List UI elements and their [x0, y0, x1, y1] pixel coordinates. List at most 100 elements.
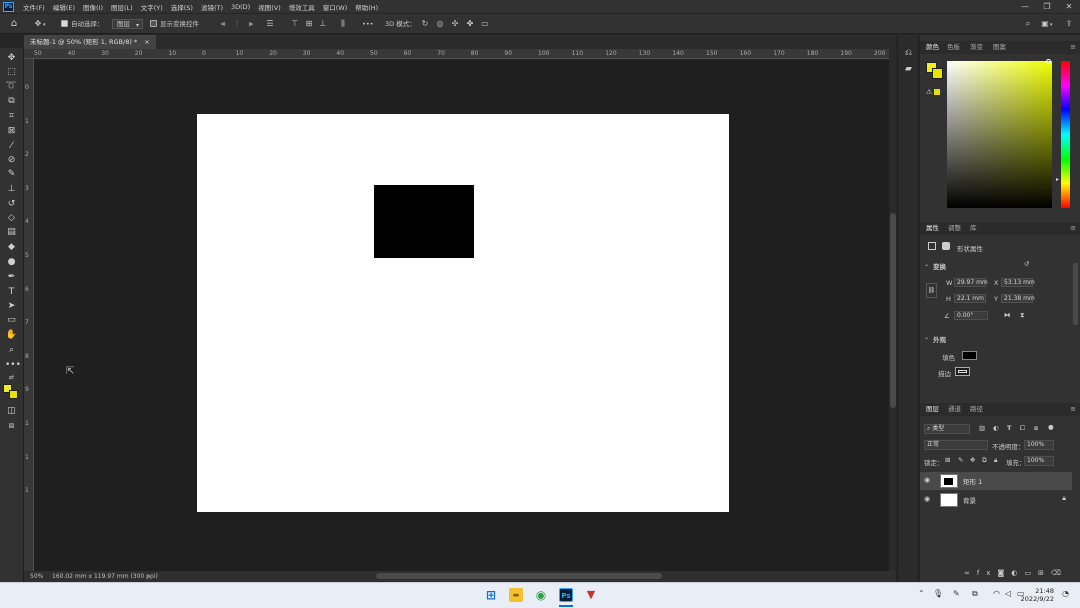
3d-roll-icon[interactable]: ◎: [435, 18, 445, 30]
height-field[interactable]: 22.1 mm: [954, 294, 986, 303]
tab-swatches[interactable]: 色板: [947, 41, 960, 54]
pen-tool-icon[interactable]: ✒: [5, 271, 18, 283]
adjustment-layer-icon[interactable]: ◐: [1011, 569, 1024, 577]
home-icon[interactable]: ⌂: [9, 18, 19, 30]
auto-select-checkbox[interactable]: 自动选择：: [61, 18, 104, 30]
type-tool-icon[interactable]: T: [5, 286, 18, 298]
distribute-icon[interactable]: ☰: [265, 18, 275, 30]
eyedropper-tool-icon[interactable]: ⁄: [5, 140, 18, 152]
layer-filter-dropdown[interactable]: ⌕ 类型: [924, 424, 970, 434]
vertical-scrollbar[interactable]: [889, 49, 897, 571]
filter-toggle-icon[interactable]: ●: [1048, 423, 1054, 431]
blend-mode-dropdown[interactable]: 正常: [924, 440, 988, 450]
align-bottom-icon[interactable]: ⊥: [318, 18, 328, 30]
tab-layers[interactable]: 图层: [926, 403, 939, 416]
gamut-warning-icon[interactable]: ⚠: [926, 88, 932, 96]
history-brush-icon[interactable]: ↺: [5, 198, 18, 210]
appearance-expand-icon[interactable]: ⌄: [924, 334, 929, 341]
layers-panel-menu-icon[interactable]: ≡: [1070, 403, 1076, 416]
transform-section-title[interactable]: 变换: [933, 261, 946, 271]
browser-icon[interactable]: ◉: [534, 588, 548, 602]
filter-type-icon[interactable]: T: [1007, 424, 1011, 432]
color-saturation-field[interactable]: [947, 61, 1052, 208]
menu-3d[interactable]: 3D(D): [227, 3, 254, 11]
tab-libraries[interactable]: 库: [970, 222, 977, 235]
opacity-field[interactable]: 100%: [1024, 440, 1054, 450]
swap-colors-icon[interactable]: ⇄: [5, 372, 18, 384]
app-icon[interactable]: ▼: [584, 588, 598, 602]
align-center-icon[interactable]: ⫶: [232, 18, 242, 30]
width-field[interactable]: 29.97 mm: [954, 278, 988, 287]
delete-layer-icon[interactable]: ⌫: [1051, 569, 1068, 577]
tab-adjustments[interactable]: 调整: [948, 222, 961, 235]
align-top-icon[interactable]: ⊤: [290, 18, 300, 30]
menu-window[interactable]: 窗口(W): [319, 2, 352, 12]
distribute-vertical-icon[interactable]: ⫼: [338, 18, 348, 30]
tab-properties[interactable]: 属性: [926, 222, 939, 235]
lock-artboard-icon[interactable]: ⧉: [982, 456, 987, 465]
menu-edit[interactable]: 编辑(E): [49, 2, 79, 12]
align-middle-icon[interactable]: ⊞: [304, 18, 314, 30]
restore-button[interactable]: ❐: [1036, 0, 1058, 13]
lock-transparency-icon[interactable]: ⊠: [945, 456, 950, 464]
close-button[interactable]: ✕: [1058, 0, 1080, 13]
move-tool-preset-icon[interactable]: ✥ ▾: [33, 18, 46, 30]
object-select-tool-icon[interactable]: ⧉: [5, 95, 18, 107]
search-icon[interactable]: ⌕: [1023, 18, 1033, 30]
menu-help[interactable]: 帮助(H): [351, 2, 382, 12]
zoom-tool-icon[interactable]: ⌕: [5, 344, 18, 356]
menu-layer[interactable]: 图层(L): [107, 2, 137, 12]
angle-field[interactable]: 0.00°: [954, 311, 988, 320]
tab-close-icon[interactable]: ×: [144, 38, 149, 46]
align-right-icon[interactable]: ⫸: [246, 18, 256, 30]
dodge-tool-icon[interactable]: ●: [5, 256, 18, 268]
menu-file[interactable]: 文件(F): [19, 2, 49, 12]
tab-paths[interactable]: 路径: [970, 403, 983, 416]
vertical-scroll-thumb[interactable]: [890, 213, 896, 408]
lock-pixels-icon[interactable]: ✎: [958, 456, 963, 464]
properties-panel-menu-icon[interactable]: ≡: [1070, 222, 1076, 235]
history-panel-icon[interactable]: ⎌: [902, 47, 915, 59]
windows-start-icon[interactable]: ⊞: [484, 588, 498, 602]
hue-slider-handle[interactable]: ▸: [1056, 176, 1059, 183]
properties-scroll-thumb[interactable]: [1073, 263, 1078, 325]
microphone-icon[interactable]: 🎙︎: [933, 589, 943, 598]
align-left-icon[interactable]: ⫷: [218, 18, 228, 30]
3d-slide-icon[interactable]: ✤: [465, 18, 475, 30]
black-rectangle-shape[interactable]: [374, 185, 474, 258]
frame-tool-icon[interactable]: ⊠: [5, 125, 18, 137]
fill-field[interactable]: 100%: [1024, 456, 1054, 466]
auto-select-target-dropdown[interactable]: 图层: [112, 19, 143, 29]
zoom-level[interactable]: 50%: [30, 571, 43, 582]
system-clock[interactable]: 21:48 2022/9/22: [1021, 587, 1054, 603]
color-picker-marker[interactable]: [1046, 59, 1051, 64]
layer-name[interactable]: 背景: [963, 495, 976, 505]
3d-pan-icon[interactable]: ✣: [450, 18, 460, 30]
workspace-icon[interactable]: ▣▾: [1040, 18, 1052, 30]
rectangle-tool-icon[interactable]: ▭: [5, 314, 18, 326]
eraser-tool-icon[interactable]: ◇: [5, 212, 18, 224]
document-tab[interactable]: 未标题-1 @ 50% (矩形 1, RGB/8) * ×: [24, 35, 156, 49]
path-select-icon[interactable]: ➤: [5, 300, 18, 312]
screen-mode-icon[interactable]: ⧈: [5, 420, 18, 432]
lock-all-icon[interactable]: 🔒︎: [994, 456, 997, 465]
move-tool-icon[interactable]: ✥: [5, 52, 18, 64]
gamut-color-chip[interactable]: [934, 89, 940, 95]
filter-shape-icon[interactable]: ⧠: [1020, 424, 1025, 433]
hand-tool-icon[interactable]: ✋: [5, 329, 18, 341]
x-field[interactable]: 53.13 mm: [1001, 278, 1035, 287]
link-layers-icon[interactable]: ∞: [964, 569, 977, 577]
menu-filter[interactable]: 滤镜(T): [197, 2, 227, 12]
layer-row-background[interactable]: ◉ 背景 🔒︎: [920, 491, 1072, 509]
link-dimensions-icon[interactable]: ⛓: [926, 283, 937, 298]
flip-horizontal-icon[interactable]: ⧓: [1004, 311, 1011, 319]
quick-mask-icon[interactable]: ◫: [5, 405, 18, 417]
tab-channels[interactable]: 通道: [948, 403, 961, 416]
brush-tool-icon[interactable]: ✎: [5, 168, 18, 180]
fx-icon[interactable]: fx: [977, 569, 998, 577]
pen-tray-icon[interactable]: ✎: [953, 589, 960, 598]
filter-smart-object-icon[interactable]: ⧇: [1034, 424, 1038, 433]
blur-tool-icon[interactable]: ◆: [5, 241, 18, 253]
share-icon[interactable]: ⇪: [1064, 18, 1074, 30]
volume-icon[interactable]: ◁: [1005, 589, 1011, 598]
